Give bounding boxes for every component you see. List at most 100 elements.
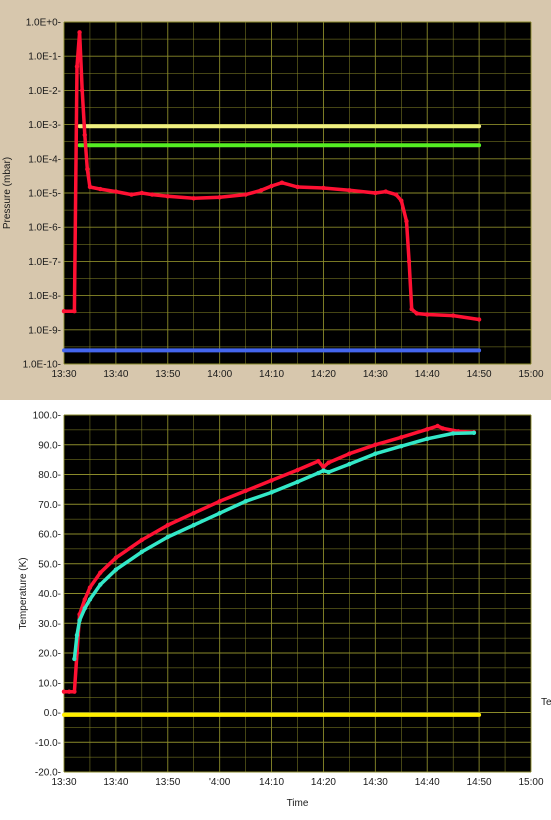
data-point xyxy=(113,189,119,194)
data-point xyxy=(406,259,412,264)
data-point xyxy=(72,308,77,314)
data-point xyxy=(404,218,409,224)
data-point xyxy=(217,195,222,200)
data-point xyxy=(113,567,119,572)
data-point xyxy=(87,585,93,590)
x-tick-label: 14:10 xyxy=(259,369,284,380)
y-axis-title: Temperature (K) xyxy=(18,557,29,629)
data-point xyxy=(77,618,82,623)
data-point xyxy=(383,189,388,194)
y-tick-label: 60.0- xyxy=(38,530,61,541)
data-point xyxy=(269,183,274,189)
data-point xyxy=(450,313,456,318)
y-axis-title: Pressure (mbar) xyxy=(2,157,13,229)
y-tick-label: 70.0- xyxy=(38,500,61,511)
data-point xyxy=(74,632,80,638)
x-tick-label: '4:00 xyxy=(209,777,231,788)
data-point xyxy=(471,430,477,436)
y-tick-label: 50.0- xyxy=(38,559,61,570)
data-point xyxy=(79,88,85,93)
y-tick-label: 40.0- xyxy=(38,589,61,600)
data-point xyxy=(72,656,77,662)
edge-label: Te xyxy=(541,697,551,708)
y-tick-label: 1.0E-6- xyxy=(28,223,61,234)
data-point xyxy=(191,522,196,528)
data-point xyxy=(217,499,222,504)
data-point xyxy=(295,479,300,485)
charts-canvas: 13:30 13:40 13:50 14:00 14:10 14:20 14:30 14:40… xyxy=(2,18,551,810)
data-point xyxy=(139,190,145,196)
x-tick-label: 13:30 xyxy=(51,369,76,380)
data-point xyxy=(74,64,80,69)
data-point xyxy=(326,469,331,475)
y-tick-label: 10.0- xyxy=(38,678,61,689)
data-point xyxy=(347,188,352,193)
data-point xyxy=(82,597,87,602)
data-point xyxy=(373,442,378,447)
x-tick-label: 13:30 xyxy=(51,777,76,788)
y-tick-label: 1.0E-8- xyxy=(28,291,61,302)
x-axis-title: Time xyxy=(287,798,309,809)
data-point xyxy=(316,470,321,476)
y-tick-label: 1.0E-10- xyxy=(23,360,61,371)
data-point xyxy=(414,311,420,316)
data-point xyxy=(61,308,67,314)
data-point xyxy=(191,196,196,201)
data-point xyxy=(450,431,456,436)
y-tick-label: 90.0- xyxy=(38,440,61,451)
data-point xyxy=(243,192,248,197)
data-point xyxy=(425,427,430,432)
data-point xyxy=(82,132,87,138)
x-tick-label: 14:50 xyxy=(467,777,492,788)
data-point xyxy=(139,537,145,543)
data-point xyxy=(425,436,430,441)
x-tick-label: 14:40 xyxy=(415,369,440,380)
x-tick-label: 14:40 xyxy=(415,777,440,788)
data-point xyxy=(393,192,399,197)
x-tick-label: 13:50 xyxy=(155,777,180,788)
data-point xyxy=(66,689,72,694)
data-point xyxy=(77,30,82,35)
data-point xyxy=(326,460,331,465)
data-point xyxy=(347,451,352,456)
x-tick-label: 14:20 xyxy=(311,369,336,380)
data-point xyxy=(258,188,264,193)
data-point xyxy=(98,570,103,575)
data-point xyxy=(217,510,222,516)
data-point xyxy=(113,555,119,560)
data-point xyxy=(279,180,285,185)
data-point xyxy=(295,184,300,190)
y-tick-label: 30.0- xyxy=(38,619,61,630)
x-tick-label: 14:30 xyxy=(363,777,388,788)
y-tick-label: -20.0- xyxy=(35,768,61,779)
data-point xyxy=(61,689,67,694)
data-point xyxy=(435,423,440,429)
data-point xyxy=(347,461,352,467)
y-tick-label: 1.0E-1- xyxy=(28,52,61,63)
data-point xyxy=(399,198,404,203)
data-point xyxy=(85,166,90,172)
y-tick-label: 100.0- xyxy=(33,411,61,422)
y-tick-label: 1.0E-5- xyxy=(28,189,61,200)
y-tick-label: -10.0- xyxy=(35,738,61,749)
y-tick-label: 80.0- xyxy=(38,470,61,481)
data-point xyxy=(399,435,404,440)
data-point xyxy=(440,426,445,431)
data-point xyxy=(476,317,482,322)
x-tick-label: 13:40 xyxy=(103,369,128,380)
data-point xyxy=(269,478,274,483)
data-point xyxy=(373,451,378,456)
y-tick-label: 1.0E-9- xyxy=(28,325,61,336)
y-tick-label: 1.0E-7- xyxy=(28,257,61,268)
data-point xyxy=(191,510,196,516)
data-point xyxy=(165,522,170,528)
data-point xyxy=(165,534,170,540)
data-point xyxy=(409,307,414,312)
x-tick-label: 14:00 xyxy=(207,369,232,380)
y-tick-label: 1.0E+0- xyxy=(26,18,61,29)
data-point xyxy=(316,458,321,464)
data-point xyxy=(82,606,87,611)
data-point xyxy=(98,582,103,587)
data-point xyxy=(98,186,103,192)
data-point xyxy=(269,490,274,495)
